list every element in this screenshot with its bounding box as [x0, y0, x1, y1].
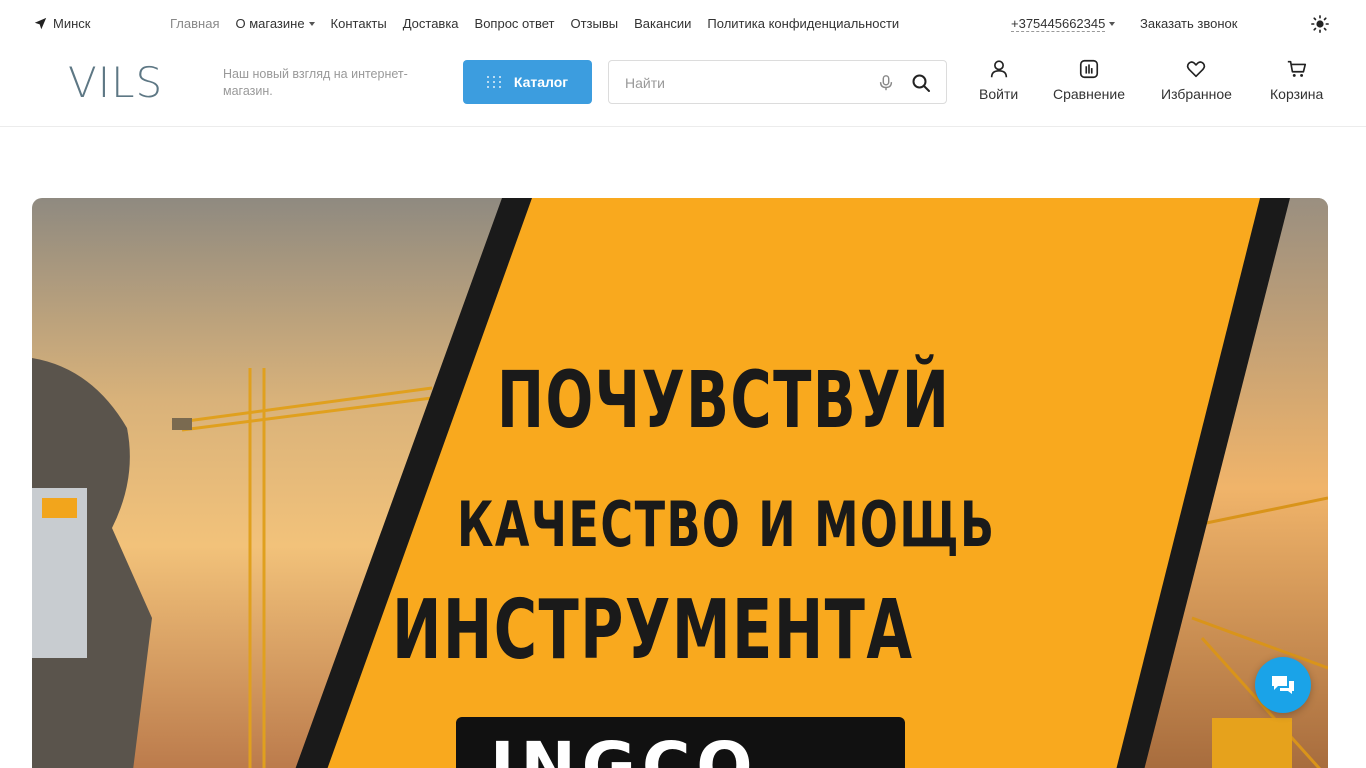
catalog-button[interactable]: Каталог — [463, 60, 592, 104]
phone-number: +375445662345 — [1011, 16, 1106, 32]
compare-button[interactable]: Сравнение — [1053, 58, 1125, 102]
header-divider — [0, 126, 1366, 127]
city-selector[interactable]: Минск — [34, 16, 90, 31]
login-label: Войти — [979, 86, 1019, 102]
user-icon — [990, 60, 1007, 78]
nav-home[interactable]: Главная — [170, 16, 219, 31]
search-box — [608, 60, 947, 104]
nav-faq[interactable]: Вопрос ответ — [475, 16, 555, 31]
login-button[interactable]: Войти — [979, 58, 1018, 102]
favorites-button[interactable]: Избранное — [1161, 58, 1232, 102]
nav-delivery[interactable]: Доставка — [403, 16, 459, 31]
compare-chart-icon — [1079, 59, 1099, 79]
search-input[interactable] — [625, 73, 865, 93]
top-navigation: Главная О магазине Контакты Доставка Воп… — [170, 16, 899, 31]
heart-icon — [1187, 61, 1206, 78]
nav-privacy[interactable]: Политика конфиденциальности — [707, 16, 899, 31]
promo-banner[interactable]: ПОЧУВСТВУЙ КАЧЕСТВО И МОЩЬ ИНСТРУМЕНТА I… — [32, 198, 1328, 768]
favorites-label: Избранное — [1161, 86, 1232, 102]
nav-about-label: О магазине — [235, 16, 305, 31]
cart-label: Корзина — [1270, 86, 1324, 102]
compare-label: Сравнение — [1053, 86, 1125, 102]
catalog-button-label: Каталог — [513, 74, 569, 90]
banner-headline-1: ПОЧУВСТВУЙ — [497, 356, 951, 446]
nav-about[interactable]: О магазине — [235, 16, 315, 31]
top-bar: Минск Главная О магазине Контакты Достав… — [0, 0, 1366, 48]
cart-icon — [1287, 60, 1306, 77]
banner-headline-2: КАЧЕСТВО И МОЩЬ — [457, 488, 996, 561]
grid-dots-icon — [486, 76, 502, 88]
phone-dropdown[interactable]: +375445662345 — [1011, 16, 1116, 32]
caret-down-icon — [1109, 22, 1116, 26]
nav-reviews[interactable]: Отзывы — [570, 16, 618, 31]
nav-vacancies[interactable]: Вакансии — [634, 16, 691, 31]
banner-headline-3: ИНСТРУМЕНТА — [392, 583, 914, 678]
search-icon[interactable] — [911, 73, 931, 93]
chat-button[interactable] — [1255, 657, 1311, 713]
site-logo[interactable]: VILS — [68, 58, 163, 107]
chat-bubbles-icon — [1272, 676, 1294, 694]
cart-button[interactable]: Корзина — [1270, 58, 1323, 102]
microphone-icon[interactable] — [877, 74, 895, 92]
caret-down-icon — [308, 21, 315, 26]
banner-background — [32, 198, 1328, 768]
callback-link[interactable]: Заказать звонок — [1140, 16, 1237, 31]
site-slogan: Наш новый взгляд на интернет-магазин. — [223, 67, 408, 98]
location-arrow-icon — [34, 17, 47, 30]
brand-logo: INGCO — [490, 728, 759, 768]
sun-icon[interactable] — [1311, 15, 1329, 33]
city-label: Минск — [53, 16, 91, 31]
nav-contacts[interactable]: Контакты — [331, 16, 387, 31]
